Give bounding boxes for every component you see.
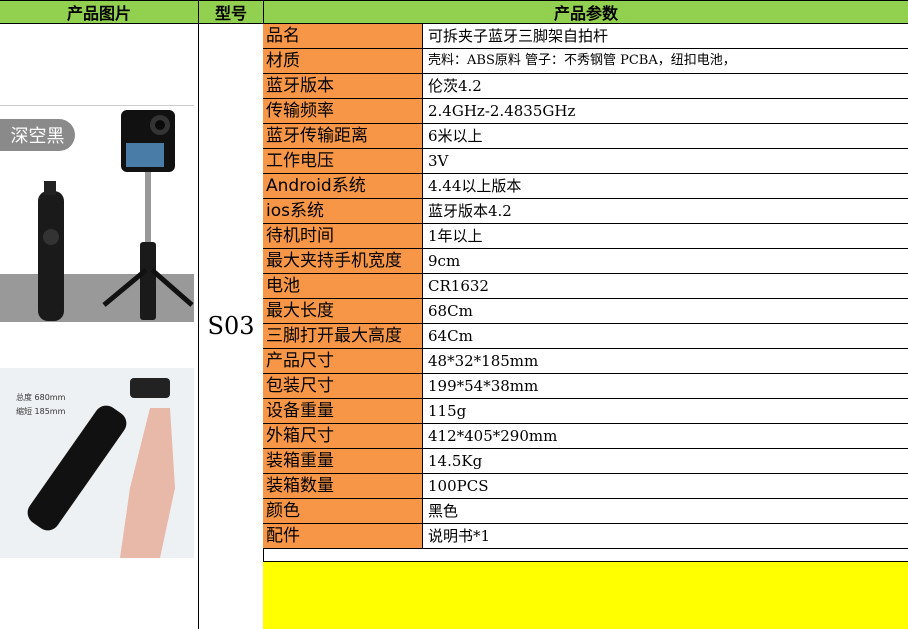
param-key: 蓝牙版本 — [263, 74, 423, 98]
table-row: 工作电压 3V — [263, 149, 908, 174]
param-value: 3V — [428, 152, 449, 170]
param-value: 199*54*38mm — [428, 377, 539, 395]
table-row: 产品尺寸 48*32*185mm — [263, 349, 908, 374]
header-product-image: 产品图片 — [0, 0, 199, 24]
table-row: ios系统 蓝牙版本4.2 — [263, 199, 908, 224]
param-key: 蓝牙传输距离 — [263, 124, 423, 148]
param-key: 颜色 — [263, 499, 423, 523]
param-key: 待机时间 — [263, 224, 423, 248]
header-product-params: 产品参数 — [263, 0, 908, 24]
param-value: 68Cm — [428, 302, 473, 320]
table-row: 蓝牙版本 伦茨4.2 — [263, 74, 908, 99]
param-key: 包装尺寸 — [263, 374, 423, 398]
param-value: 壳料：ABS原料 管子：不秀钢管 PCBA，纽扣电池， — [428, 53, 736, 68]
table-row: 材质 壳料：ABS原料 管子：不秀钢管 PCBA，纽扣电池， — [263, 49, 908, 74]
table-row: 颜色 黑色 — [263, 499, 908, 524]
table-row: 传输频率 2.4GHz-2.4835GHz — [263, 99, 908, 124]
table-row: 设备重量 115g — [263, 399, 908, 424]
param-value: 6米以上 — [428, 127, 483, 145]
table-row: 电池 CR1632 — [263, 274, 908, 299]
param-value: 48*32*185mm — [428, 352, 539, 370]
param-key: 三脚打开最大高度 — [263, 324, 423, 348]
param-value: CR1632 — [428, 277, 489, 295]
param-value: 黑色 — [428, 502, 459, 520]
model-cell: S03 — [198, 23, 264, 629]
param-value: 9cm — [428, 252, 461, 270]
param-value: 蓝牙版本4.2 — [428, 202, 512, 220]
param-key: 外箱尺寸 — [263, 424, 423, 448]
param-value: 100PCS — [428, 477, 489, 495]
table-row: 蓝牙传输距离 6米以上 — [263, 124, 908, 149]
table-row: 最大长度 68Cm — [263, 299, 908, 324]
product-image-cell: 深空黑 总度 680mm 缩短 185mm — [0, 23, 199, 629]
param-key: 装箱数量 — [263, 474, 423, 498]
param-value: 1年以上 — [428, 227, 483, 245]
param-value: 115g — [428, 402, 467, 420]
param-key: 最大夹持手机宽度 — [263, 249, 423, 273]
table-row: 配件 说明书*1 — [263, 524, 908, 549]
param-value: 2.4GHz-2.4835GHz — [428, 102, 576, 120]
param-value: 可拆夹子蓝牙三脚架自拍杆 — [428, 27, 609, 45]
header-model: 型号 — [198, 0, 264, 24]
param-key: 材质 — [263, 49, 423, 73]
table-row: 装箱数量 100PCS — [263, 474, 908, 499]
product-photo-in-hand: 总度 680mm 缩短 185mm — [0, 368, 194, 558]
param-value: 4.44以上版本 — [428, 177, 522, 195]
selfie-stick-illustration — [38, 110, 194, 321]
param-key: ios系统 — [263, 199, 423, 223]
table-row: 最大夹持手机宽度 9cm — [263, 249, 908, 274]
hand-holding-stick-illustration — [27, 378, 175, 558]
param-key: 配件 — [263, 524, 423, 548]
param-key: 工作电压 — [263, 149, 423, 173]
param-key: 传输频率 — [263, 99, 423, 123]
product-photo-tripod: 深空黑 — [0, 105, 194, 322]
table-row: 外箱尺寸 412*405*290mm — [263, 424, 908, 449]
param-value: 64Cm — [428, 327, 473, 345]
param-value: 14.5Kg — [428, 452, 483, 470]
param-key: Android系统 — [263, 174, 423, 198]
param-value: 说明书*1 — [428, 527, 491, 545]
param-key: 设备重量 — [263, 399, 423, 423]
table-row: 品名 可拆夹子蓝牙三脚架自拍杆 — [263, 23, 908, 49]
table-row: 待机时间 1年以上 — [263, 224, 908, 249]
param-value: 伦茨4.2 — [428, 77, 482, 95]
param-value: 412*405*290mm — [428, 427, 558, 445]
table-row: 装箱重量 14.5Kg — [263, 449, 908, 474]
yellow-filler-cell — [263, 561, 908, 629]
param-key: 品名 — [263, 24, 423, 48]
params-table: 品名 可拆夹子蓝牙三脚架自拍杆 材质 壳料：ABS原料 管子：不秀钢管 PCBA，纽扣… — [263, 23, 908, 549]
table-row: 包装尺寸 199*54*38mm — [263, 374, 908, 399]
model-number: S03 — [207, 312, 255, 340]
table-row: Android系统 4.44以上版本 — [263, 174, 908, 199]
param-key: 最大长度 — [263, 299, 423, 323]
param-key: 电池 — [263, 274, 423, 298]
table-row: 三脚打开最大高度 64Cm — [263, 324, 908, 349]
param-key: 产品尺寸 — [263, 349, 423, 373]
param-key: 装箱重量 — [263, 449, 423, 473]
